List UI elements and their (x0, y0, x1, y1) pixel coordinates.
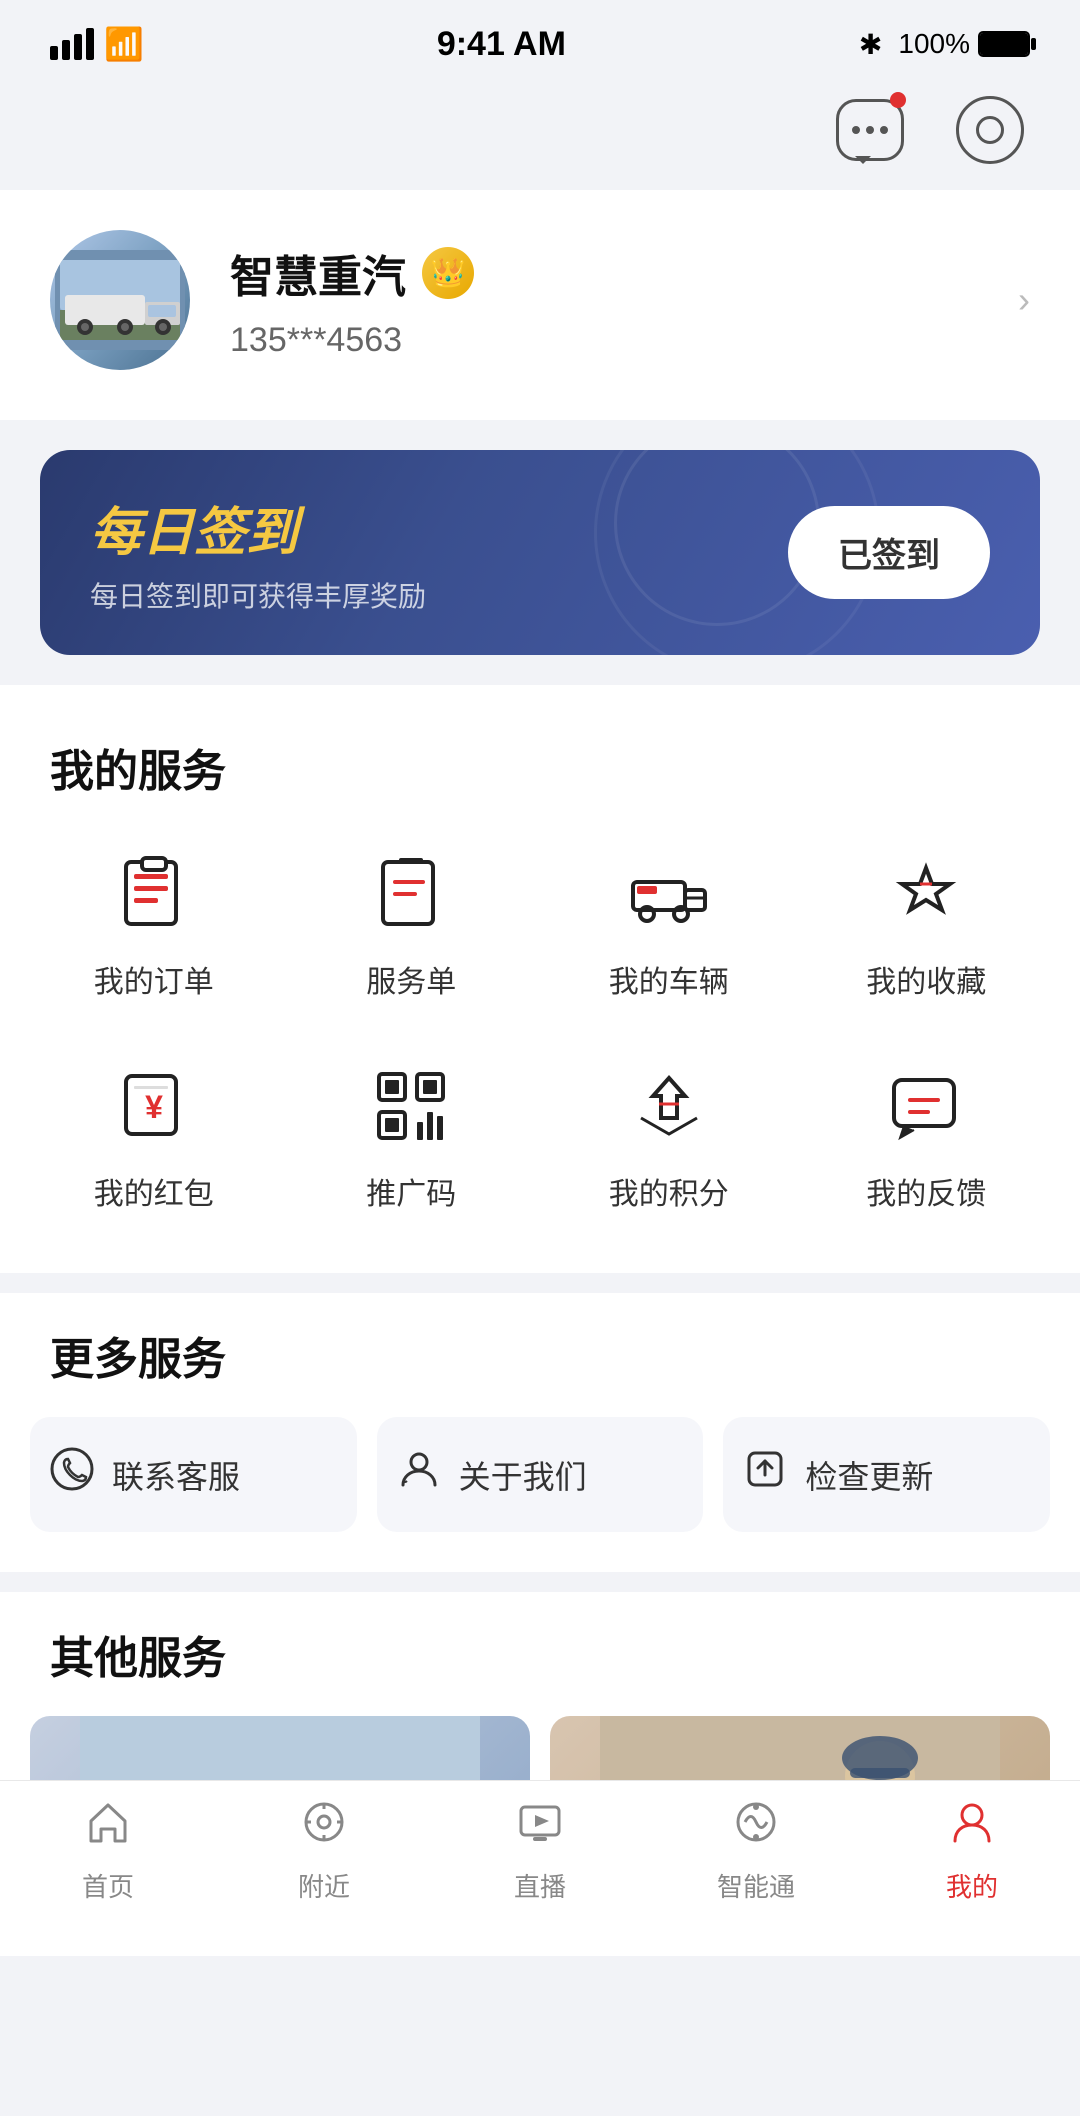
profile-phone: 135***4563 (230, 321, 978, 360)
redpacket-icon: ¥ (109, 1061, 199, 1151)
service-item-promo-code[interactable]: 推广码 (288, 1041, 536, 1233)
qr-scan-button[interactable] (950, 90, 1030, 170)
nav-label-nearby: 附近 (298, 1867, 350, 1904)
more-item-about-us[interactable]: 关于我们 (377, 1417, 704, 1532)
profile-arrow-icon[interactable]: › (1018, 279, 1030, 321)
avatar[interactable] (50, 230, 190, 370)
chat-dots (852, 126, 888, 134)
qr-inner-circle (976, 116, 1004, 144)
my-services-title: 我的服务 (30, 705, 1050, 829)
time-display: 9:41 AM (437, 25, 566, 64)
bluetooth-icon: ✱ (859, 28, 882, 61)
chat-bubble-icon (836, 99, 904, 161)
service-item-vehicles[interactable]: 我的车辆 (545, 829, 793, 1021)
service-item-orders[interactable]: 我的订单 (30, 829, 278, 1021)
home-icon (83, 1797, 133, 1859)
crown-badge: 👑 (422, 247, 474, 299)
status-right: ✱ 100% (859, 28, 1030, 61)
wifi-icon: 📶 (104, 25, 144, 63)
phone-icon (50, 1447, 94, 1502)
nav-label-home: 首页 (82, 1867, 134, 1904)
my-services-grid: 我的订单 服务单 (30, 829, 1050, 1233)
service-orders-label: 服务单 (366, 957, 456, 1001)
service-item-points[interactable]: 我的积分 (545, 1041, 793, 1233)
person-icon (397, 1447, 441, 1502)
qr-scan-icon (956, 96, 1024, 164)
service-orders-icon (366, 849, 456, 939)
orders-icon (109, 849, 199, 939)
more-services-title: 更多服务 (30, 1293, 1050, 1417)
profile-name-row: 智慧重汽 👑 (230, 241, 978, 305)
nav-item-home[interactable]: 首页 (0, 1781, 216, 1920)
sign-button[interactable]: 已签到 (788, 506, 990, 599)
sign-subtitle: 每日签到即可获得丰厚奖励 (90, 575, 426, 615)
nav-item-smartpass[interactable]: 智能通 (648, 1781, 864, 1920)
nav-label-mine: 我的 (946, 1867, 998, 1904)
customer-service-label: 联系客服 (112, 1452, 240, 1498)
service-item-feedback[interactable]: 我的反馈 (803, 1041, 1051, 1233)
promo-code-icon (366, 1061, 456, 1151)
live-icon (515, 1797, 565, 1859)
points-icon (624, 1061, 714, 1151)
nav-item-nearby[interactable]: 附近 (216, 1781, 432, 1920)
about-us-label: 关于我们 (459, 1452, 587, 1498)
feedback-label: 我的反馈 (866, 1169, 986, 1213)
bottom-nav: 首页 附近 直播 (0, 1780, 1080, 1920)
feedback-icon (881, 1061, 971, 1151)
sign-banner[interactable]: 每日签到 每日签到即可获得丰厚奖励 已签到 (40, 450, 1040, 655)
profile-info: 智慧重汽 👑 135***4563 (230, 241, 978, 360)
crown-icon: 👑 (431, 256, 466, 289)
signal-area: 📶 (50, 25, 144, 63)
service-item-redpacket[interactable]: ¥ 我的红包 (30, 1041, 278, 1233)
vehicles-icon (624, 849, 714, 939)
top-action-bar (0, 80, 1080, 190)
more-services-section: 更多服务 联系客服 关于我们 (0, 1293, 1080, 1572)
update-icon (743, 1447, 787, 1502)
battery-icon (978, 31, 1030, 57)
nav-label-smartpass: 智能通 (717, 1867, 795, 1904)
battery-area: 100% (898, 28, 1030, 60)
svg-text:¥: ¥ (145, 1089, 163, 1125)
chat-button[interactable] (830, 90, 910, 170)
more-item-check-update[interactable]: 检查更新 (723, 1417, 1050, 1532)
other-services-title: 其他服务 (30, 1592, 1050, 1716)
signal-icon (50, 28, 94, 60)
profile-section: 智慧重汽 👑 135***4563 › (0, 190, 1080, 420)
favorites-label: 我的收藏 (866, 957, 986, 1001)
battery-percent: 100% (898, 28, 970, 60)
nav-item-live[interactable]: 直播 (432, 1781, 648, 1920)
more-item-customer-service[interactable]: 联系客服 (30, 1417, 357, 1532)
promo-code-label: 推广码 (366, 1169, 456, 1213)
service-item-service-orders[interactable]: 服务单 (288, 829, 536, 1021)
nearby-icon (299, 1797, 349, 1859)
nav-label-live: 直播 (514, 1867, 566, 1904)
my-services-section: 我的服务 我的订单 (0, 685, 1080, 1273)
orders-label: 我的订单 (94, 957, 214, 1001)
check-update-label: 检查更新 (805, 1452, 933, 1498)
status-bar: 📶 9:41 AM ✱ 100% (0, 0, 1080, 80)
vehicles-label: 我的车辆 (609, 957, 729, 1001)
sign-title: 每日签到 (90, 490, 426, 565)
service-item-favorites[interactable]: 我的收藏 (803, 829, 1051, 1021)
truck-illustration (55, 250, 185, 350)
smartpass-icon (731, 1797, 781, 1859)
favorites-icon (881, 849, 971, 939)
more-services-grid: 联系客服 关于我们 检查更新 (30, 1417, 1050, 1532)
redpacket-label: 我的红包 (94, 1169, 214, 1213)
profile-name: 智慧重汽 (230, 241, 406, 305)
sign-text-block: 每日签到 每日签到即可获得丰厚奖励 (90, 490, 426, 615)
points-label: 我的积分 (609, 1169, 729, 1213)
nav-item-mine[interactable]: 我的 (864, 1781, 1080, 1920)
mine-icon (947, 1797, 997, 1859)
notification-badge (890, 92, 906, 108)
